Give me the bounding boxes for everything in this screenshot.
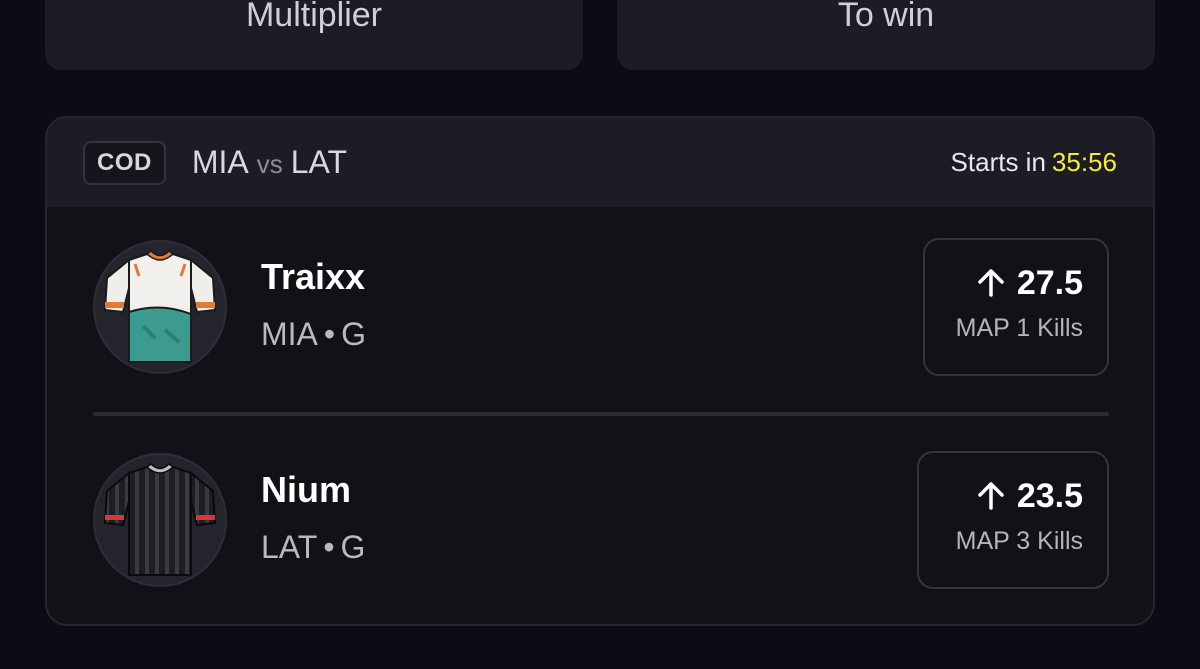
to-win-box[interactable]: To win	[617, 0, 1155, 70]
stat-label: MAP 3 Kills	[955, 527, 1083, 555]
starts-label: Starts in	[950, 147, 1046, 177]
player-row[interactable]: Nium LAT • G 23.5 MAP 3 Kills	[93, 451, 1109, 591]
separator-dot: •	[323, 316, 336, 352]
countdown-timer: 35:56	[1051, 147, 1117, 177]
vs-label: vs	[256, 149, 283, 179]
arrow-up-icon	[978, 269, 1004, 297]
line-value-row: 27.5	[925, 266, 1083, 300]
match-header: COD MIA vs LAT Starts in 35:56	[47, 118, 1153, 207]
player-team: LAT	[261, 529, 318, 565]
page: Multiplier To win COD MIA vs LAT Starts …	[0, 0, 1200, 669]
league-badge: COD	[83, 140, 166, 185]
player-meta: LAT • G	[261, 529, 365, 566]
stat-label: MAP 1 Kills	[955, 314, 1083, 342]
matchup: MIA vs LAT	[192, 144, 347, 181]
away-team: LAT	[290, 144, 348, 180]
row-divider	[93, 412, 1109, 416]
separator-dot: •	[323, 529, 335, 565]
jersey-black-striped-icon	[103, 463, 217, 576]
starts-in: Starts in 35:56	[951, 147, 1117, 178]
line-value: 23.5	[1016, 477, 1083, 515]
stat-pick-button[interactable]: 23.5 MAP 3 Kills	[917, 451, 1109, 589]
stat-pick-button[interactable]: 27.5 MAP 1 Kills	[923, 238, 1109, 376]
player-avatar	[93, 453, 227, 587]
player-position: G	[340, 529, 366, 565]
home-team: MIA	[191, 144, 249, 180]
line-value: 27.5	[1016, 264, 1083, 302]
player-name: Nium	[261, 469, 351, 510]
player-avatar	[93, 240, 227, 374]
line-value-row: 23.5	[919, 479, 1083, 513]
match-card: COD MIA vs LAT Starts in 35:56 Traixx MI…	[45, 116, 1155, 626]
player-meta: MIA • G	[261, 316, 366, 353]
player-row[interactable]: Traixx MIA • G 27.5 MAP 1 Kills	[93, 238, 1109, 378]
player-position: G	[341, 316, 366, 352]
multiplier-box[interactable]: Multiplier	[45, 0, 583, 70]
player-team: MIA	[261, 316, 318, 352]
jersey-white-teal-icon	[103, 250, 217, 363]
player-name: Traixx	[261, 256, 366, 297]
multiplier-label: Multiplier	[245, 0, 383, 34]
to-win-label: To win	[837, 0, 935, 34]
arrow-up-icon	[978, 482, 1004, 510]
